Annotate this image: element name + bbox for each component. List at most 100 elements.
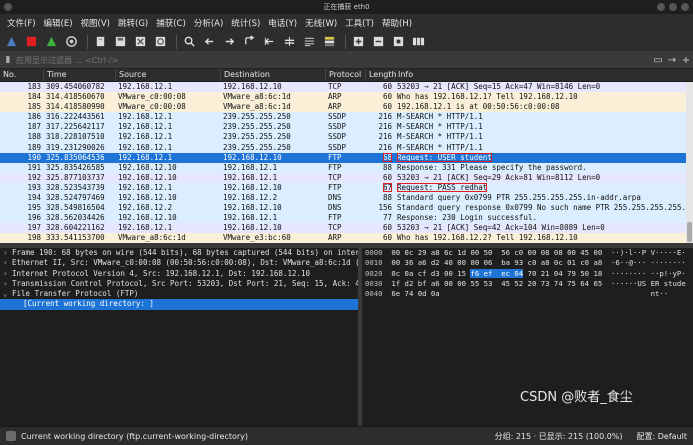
resize-columns-icon[interactable]: [410, 34, 427, 50]
toolbar-separator: [87, 34, 88, 49]
packet-row[interactable]: 192 325.877103737 192.168.12.10 192.168.12.…: [0, 172, 693, 183]
packet-cell-len: 60: [382, 172, 392, 182]
packet-cell-time: 325.835426585: [46, 162, 105, 172]
detail-text: [Current working directory: ]: [23, 299, 154, 309]
packet-row[interactable]: 194 328.524797469 192.168.12.10 192.168.12.…: [0, 193, 693, 204]
detail-tree-item[interactable]: › Transmission Control Protocol, Src Port…: [0, 279, 358, 289]
menu-item[interactable]: 帮助(H): [378, 17, 416, 29]
menu-item[interactable]: 捕获(C): [152, 17, 190, 29]
packet-cell-time: 328.604221162: [46, 223, 105, 233]
bytes-row[interactable]: 0030 1f d2 bf a6 00 00 55 53 45 52 20 73…: [362, 279, 693, 289]
packet-row[interactable]: 193 328.523543739 192.168.12.1 192.168.12.1…: [0, 182, 693, 194]
packet-row[interactable]: 184 314.418560670 VMware_c0:00:08 VMware_a8…: [0, 92, 693, 103]
display-filter-input[interactable]: [16, 53, 651, 67]
colorize-icon[interactable]: [321, 34, 338, 50]
detail-text: File Transfer Protocol (FTP): [12, 289, 139, 299]
expand-arrow-icon[interactable]: ›: [3, 258, 12, 268]
expert-info-icon[interactable]: [6, 431, 16, 441]
packet-row[interactable]: 198 333.541153700 VMware_a8:6c:1d VMware_e3…: [0, 233, 693, 243]
packet-row[interactable]: 188 318.228107510 192.168.12.1 239.255.255.…: [0, 132, 693, 143]
minimize-icon[interactable]: [657, 3, 665, 11]
find-packet-icon[interactable]: [181, 34, 198, 50]
expand-arrow-icon[interactable]: ⌄: [3, 289, 12, 299]
zoom-out-icon[interactable]: [370, 34, 387, 50]
apply-filter-icon[interactable]: →: [665, 54, 679, 67]
menu-item[interactable]: 视图(V): [77, 17, 114, 29]
clear-filter-icon[interactable]: ▭: [651, 54, 665, 67]
auto-scroll-icon[interactable]: [301, 34, 318, 50]
bytes-pre: 00 36 a6 d2 40 00 80 06 ba 93 c0 a8 0c 0…: [391, 258, 603, 268]
save-file-icon[interactable]: [112, 34, 129, 50]
packet-cell-dst: 239.255.255.250: [223, 132, 291, 142]
column-destination[interactable]: Destination: [221, 69, 326, 81]
packet-cell-len: 60: [382, 233, 392, 243]
packet-cell-time: 325.835064536: [46, 152, 105, 162]
packet-row[interactable]: 187 317.225642117 192.168.12.1 239.255.255.…: [0, 122, 693, 133]
add-filter-button-icon[interactable]: +: [679, 54, 693, 67]
packet-row[interactable]: 183 309.454060782 192.168.12.1 192.168.12.1…: [0, 82, 693, 93]
shark-fin-icon[interactable]: [3, 34, 20, 50]
bytes-row[interactable]: 0010 00 36 a6 d2 40 00 80 06 ba 93 c0 a8…: [362, 258, 693, 268]
status-profile[interactable]: 配置: Default: [637, 431, 687, 442]
detail-tree-item[interactable]: › Ethernet II, Src: VMware_c0:00:08 (00:5…: [0, 258, 358, 268]
packet-row[interactable]: 186 316.222443561 192.168.12.1 239.255.255.…: [0, 112, 693, 123]
packet-row[interactable]: 190 325.835064536 192.168.12.1 192.168.12.1…: [0, 152, 693, 163]
restart-capture-icon[interactable]: [43, 34, 60, 50]
stop-capture-icon[interactable]: [23, 34, 40, 50]
bytes-row[interactable]: 0020 0c 0a cf d3 00 15 f6 ef ec 04 70 21…: [362, 268, 693, 279]
scrollbar-thumb[interactable]: [687, 222, 692, 242]
reload-icon[interactable]: [152, 34, 169, 50]
packet-cell-info: Response: 230 Login successful.: [397, 213, 537, 223]
packet-cell-proto: SSDP: [328, 142, 347, 152]
zoom-in-icon[interactable]: [350, 34, 367, 50]
close-icon[interactable]: [681, 3, 689, 11]
last-packet-icon[interactable]: [281, 34, 298, 50]
column-time[interactable]: Time: [44, 69, 116, 81]
expand-arrow-icon[interactable]: ›: [3, 269, 12, 279]
close-file-icon[interactable]: [132, 34, 149, 50]
menu-item[interactable]: 跳转(G): [114, 17, 152, 29]
packet-row[interactable]: 197 328.604221162 192.168.12.1 192.168.12.1…: [0, 223, 693, 234]
open-file-icon[interactable]: [92, 34, 109, 50]
menu-item[interactable]: 电话(Y): [264, 17, 301, 29]
capture-options-icon[interactable]: [63, 34, 80, 50]
detail-tree-item[interactable]: › Internet Protocol Version 4, Src: 192.1…: [0, 269, 358, 279]
packet-row[interactable]: 191 325.835426585 192.168.12.10 192.168.12.…: [0, 162, 693, 173]
bytes-off: 0010: [365, 258, 383, 268]
bytes-row[interactable]: 0000 00 0c 29 a8 6c 1d 00 50 56 c0 00 08…: [362, 248, 693, 258]
detail-tree-item[interactable]: ⌄ File Transfer Protocol (FTP): [0, 289, 358, 299]
maximize-icon[interactable]: [669, 3, 677, 11]
packet-row[interactable]: 196 328.562034426 192.168.12.10 192.168.12.…: [0, 213, 693, 224]
detail-tree-item[interactable]: › Frame 190: 68 bytes on wire (544 bits),…: [0, 248, 358, 258]
column-source[interactable]: Source: [116, 69, 221, 81]
expand-arrow-icon[interactable]: ›: [3, 279, 12, 289]
packet-cell-len: 216: [378, 112, 392, 122]
column-info[interactable]: Info: [395, 69, 693, 81]
packet-list-header: No. Time Source Destination Protocol Len…: [0, 69, 693, 82]
menu-item[interactable]: 分析(A): [190, 17, 227, 29]
menu-item[interactable]: 工具(T): [341, 17, 378, 29]
packet-row[interactable]: 185 314.418580990 VMware_c0:00:08 VMware_a8…: [0, 102, 693, 113]
packet-list-scrollbar[interactable]: [686, 82, 693, 243]
packet-cell-dst: 239.255.255.250: [223, 142, 291, 152]
menu-item[interactable]: 无线(W): [301, 17, 341, 29]
column-protocol[interactable]: Protocol: [326, 69, 366, 81]
first-packet-icon[interactable]: [261, 34, 278, 50]
go-forward-icon[interactable]: [221, 34, 238, 50]
menu-item[interactable]: 统计(S): [227, 17, 264, 29]
expand-arrow-icon[interactable]: ›: [3, 248, 12, 258]
title-bar: 正在捕获 eth0: [0, 0, 693, 14]
bytes-pre: 1f d2 bf a6 00 00 55 53 45 52 20 73 74 7…: [391, 278, 603, 288]
bookmark-filter-icon[interactable]: ▮: [0, 55, 16, 65]
packet-row[interactable]: 189 319.231290026 192.168.12.1 239.255.255.…: [0, 142, 693, 153]
go-back-icon[interactable]: [201, 34, 218, 50]
normal-size-icon[interactable]: [390, 34, 407, 50]
menu-item[interactable]: 文件(F): [3, 17, 40, 29]
detail-tree-item[interactable]: [Current working directory: ]: [0, 299, 358, 310]
menu-item[interactable]: 编辑(E): [40, 17, 77, 29]
column-length[interactable]: Length: [366, 69, 397, 81]
go-to-packet-icon[interactable]: [241, 34, 258, 50]
packet-row[interactable]: 195 328.549816504 192.168.12.2 192.168.12.1…: [0, 203, 693, 214]
bytes-row[interactable]: 0040 6e 74 0d 0a nt··: [362, 289, 693, 299]
column-no[interactable]: No.: [0, 69, 44, 81]
